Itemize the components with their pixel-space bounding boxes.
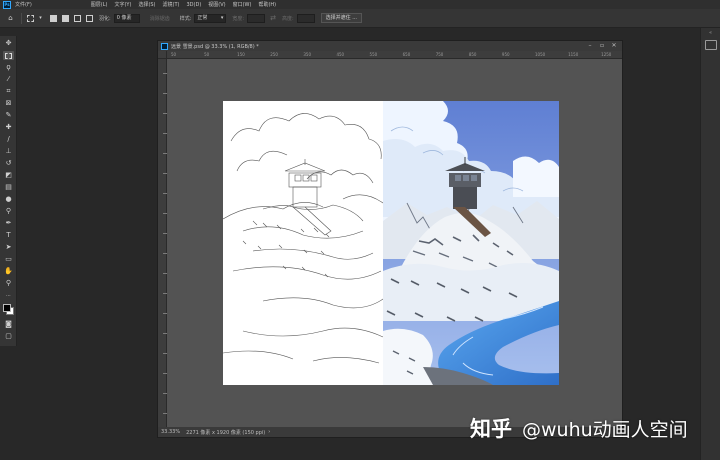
ruler-tick-label: 350 [303,52,311,57]
pen-tool-icon[interactable]: ✒ [3,219,14,228]
menu-window[interactable]: 窗口(W) [233,1,252,8]
close-icon[interactable]: ✕ [608,41,620,51]
vertical-ruler[interactable] [158,59,167,427]
lasso-tool-icon[interactable]: ϙ [3,63,14,72]
feather-label: 羽化: [99,15,111,22]
hand-tool-icon[interactable]: ✋ [3,267,14,276]
zoom-tool-icon[interactable]: ⚲ [3,279,14,288]
style-label: 样式: [179,15,192,22]
ruler-tick-label: 1150 [568,52,579,57]
tools-panel: ✥ ϙ ⁄ ⌗ ⊠ ✎ ✚ / ⊥ ↺ ◩ ▤ ● ⚲ ✒ T ➤ ▭ ✋ ⚲ … [0,36,17,346]
status-menu-arrow-icon[interactable]: › [268,429,270,435]
add-selection-icon[interactable] [62,14,69,22]
crop-tool-icon[interactable]: ⌗ [3,87,14,96]
height-input[interactable] [296,13,315,23]
select-and-mask-button[interactable]: 选择并遮住 ... [320,13,362,23]
watermark-brand: 知乎 [470,417,512,441]
panel-icon[interactable] [704,40,717,50]
color-half [383,101,559,385]
feather-input[interactable]: 0 像素 [113,13,140,23]
new-selection-icon[interactable] [50,14,57,22]
foreground-color-swatch[interactable] [3,304,11,312]
photoshop-window: Ps 文件(F) 图层(L) 文字(Y) 选择(S) 滤镜(T) 3D(D) 视… [0,0,720,460]
document-info[interactable]: 2271 像素 x 1920 像素 (150 ppi) [186,429,265,436]
height-label: 高度: [281,15,294,22]
divider [21,12,22,24]
menu-3d[interactable]: 3D(D) [186,2,201,8]
ruler-tick-label: 1250 [601,52,612,57]
rect-marquee-icon[interactable] [27,14,34,22]
horizontal-ruler[interactable]: 50 50 150 250 350 450 550 650 750 850 950 1050 1150 1… [167,51,622,59]
ruler-tick-label: 50 [171,52,177,57]
brush-tool-icon[interactable]: / [3,135,14,144]
right-panel-dock: « [700,28,720,460]
eyedropper-tool-icon[interactable]: ✎ [3,111,14,120]
dodge-tool-icon[interactable]: ⚲ [3,207,14,216]
frame-tool-icon[interactable]: ⊠ [3,99,14,108]
menu-help[interactable]: 帮助(H) [258,1,276,8]
line-art-half [223,113,384,364]
maximize-icon[interactable]: ▫ [596,41,608,51]
width-input[interactable] [247,13,266,23]
document-icon [161,42,168,50]
menu-layer[interactable]: 图层(L) [91,1,108,8]
type-tool-icon[interactable]: T [3,231,14,240]
menu-filter[interactable]: 滤镜(T) [163,1,180,8]
intersect-selection-icon[interactable] [86,14,93,22]
artwork-illustration [223,101,559,385]
ruler-corner[interactable] [158,51,167,59]
ruler-tick-label: 850 [468,52,477,57]
ruler-tick-label: 450 [336,52,345,57]
home-icon[interactable]: ⌂ [6,14,15,23]
eraser-tool-icon[interactable]: ◩ [3,171,14,180]
photoshop-logo-icon[interactable]: Ps [3,0,11,9]
canvas-artwork[interactable] [223,101,559,385]
history-brush-tool-icon[interactable]: ↺ [3,159,14,168]
ruler-tick-label: 50 [204,52,210,57]
watermark: 知乎 @wuhu动画人空间 [470,414,688,442]
options-bar: ⌂ ▾ 羽化: 0 像素 消除锯齿 样式: 正常 ▾ 宽度: ⇄ 高度: 选择并… [0,9,720,28]
width-label: 宽度: [232,15,245,22]
style-value: 正常 [197,14,208,21]
ruler-tick-label: 250 [270,52,278,57]
move-tool-icon[interactable]: ✥ [3,39,14,48]
more-tools-icon[interactable]: ⋯ [3,292,14,301]
watermark-handle: @wuhu动画人空间 [522,418,688,441]
antialias-checkbox[interactable]: 消除锯齿 [150,15,170,22]
ruler-tick-label: 1050 [535,52,546,57]
healing-brush-tool-icon[interactable]: ✚ [3,123,14,132]
quick-mask-icon[interactable]: ◙ [3,320,14,329]
ruler-tick-label: 550 [369,52,378,57]
menu-select[interactable]: 选择(S) [138,1,155,8]
menu-file[interactable]: 文件(F) [15,1,32,8]
style-select[interactable]: 正常 ▾ [194,13,227,23]
document-title: 远景 雪景.psd @ 33.3% (1, RGB/8) * [171,43,259,50]
subtract-selection-icon[interactable] [74,14,81,22]
zoom-level[interactable]: 33.33% [161,429,180,435]
document-tab[interactable]: 远景 雪景.psd @ 33.3% (1, RGB/8) * [158,41,622,51]
menu-view[interactable]: 视图(V) [208,1,225,8]
collapse-chevron-icon[interactable]: « [701,30,720,36]
clone-stamp-tool-icon[interactable]: ⊥ [3,147,14,156]
chevron-down-icon: ▾ [220,14,224,21]
ruler-tick-label: 950 [501,52,510,57]
marquee-tool-icon[interactable] [3,51,14,60]
shape-tool-icon[interactable]: ▭ [3,255,14,264]
chevron-down-icon[interactable]: ▾ [36,14,45,23]
screen-mode-icon[interactable]: ▢ [3,332,14,341]
path-selection-tool-icon[interactable]: ➤ [3,243,14,252]
ruler-tick-label: 650 [402,52,411,57]
swap-dimensions-icon[interactable]: ⇄ [270,14,276,22]
minimize-icon[interactable]: – [584,41,596,51]
ruler-tick-label: 150 [237,52,245,57]
gradient-tool-icon[interactable]: ▤ [3,183,14,192]
menu-bar: Ps 文件(F) 图层(L) 文字(Y) 选择(S) 滤镜(T) 3D(D) 视… [0,0,720,9]
ruler-tick-label: 750 [435,52,444,57]
blur-tool-icon[interactable]: ● [3,195,14,204]
menu-type[interactable]: 文字(Y) [114,1,131,8]
magic-wand-tool-icon[interactable]: ⁄ [3,75,14,84]
